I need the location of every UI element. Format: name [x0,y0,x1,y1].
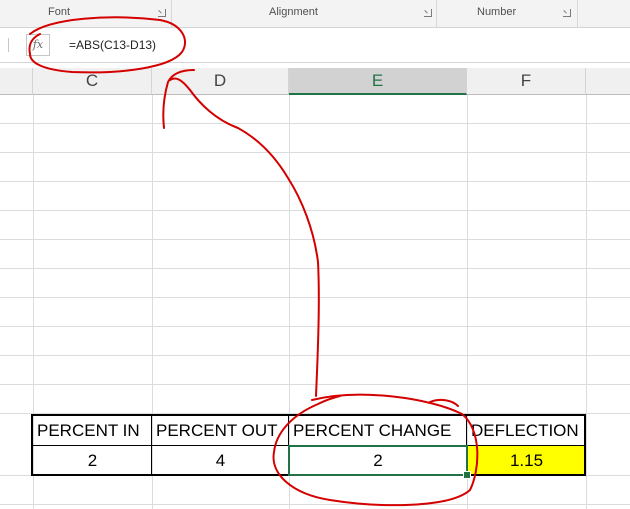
cell-deflection[interactable]: 1.15 [467,446,586,475]
group-divider [577,0,578,28]
column-header-d[interactable]: D [152,68,289,95]
column-header-partial[interactable] [586,68,630,95]
header-percent-out[interactable]: PERCENT OUT [152,415,289,446]
cell-percent-in[interactable]: 2 [33,446,152,475]
group-divider [436,0,437,28]
font-group-label: Font [48,6,71,18]
group-divider [171,0,172,28]
alignment-group-label: Alignment [269,6,318,18]
header-percent-in[interactable]: PERCENT IN [33,415,152,446]
number-group-label: Number [477,6,517,18]
column-header-c[interactable]: C [33,68,152,95]
font-dialog-launcher-icon[interactable] [158,9,166,17]
number-dialog-launcher-icon[interactable] [563,9,571,17]
header-deflection[interactable]: DEFLECTION [467,415,586,446]
alignment-dialog-launcher-icon[interactable] [424,9,432,17]
active-cell-selection[interactable] [288,445,468,476]
formula-bar: fx =ABS(C13-D13) [0,28,630,63]
column-header-partial[interactable] [0,68,33,95]
column-header-f[interactable]: F [467,68,586,95]
formula-bar-expand-handle[interactable] [0,38,9,52]
column-header-e[interactable]: E [289,68,467,95]
formula-input[interactable]: =ABS(C13-D13) [57,34,617,56]
header-percent-change[interactable]: PERCENT CHANGE [289,415,467,446]
cell-percent-out[interactable]: 4 [152,446,289,475]
fill-handle[interactable] [463,471,471,479]
ribbon-group-labels: Font Alignment Number [0,0,630,28]
insert-function-button[interactable]: fx [26,34,50,56]
